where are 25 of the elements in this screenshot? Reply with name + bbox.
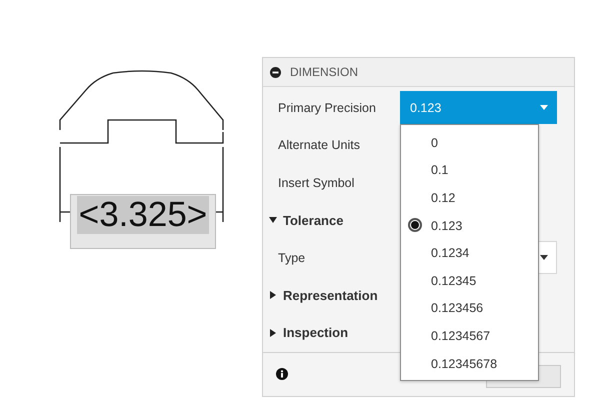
- caret-right-icon: [269, 291, 277, 300]
- field-label: Type: [278, 250, 306, 265]
- dimension-label[interactable]: <3.325>: [70, 194, 216, 249]
- section-toggle[interactable]: Inspection: [269, 325, 348, 340]
- dropdown-option[interactable]: 0.1234: [401, 239, 538, 267]
- panel-title: DIMENSION: [290, 65, 358, 79]
- dropdown-option[interactable]: 0.12: [401, 184, 538, 212]
- dropdown-option[interactable]: 0.12345678: [401, 350, 538, 378]
- dropdown-option[interactable]: 0.1: [401, 156, 538, 184]
- caret-icon: [540, 255, 548, 260]
- collapse-icon[interactable]: [270, 66, 281, 78]
- dropdown-option[interactable]: 0.123: [401, 212, 538, 240]
- dropdown-option[interactable]: 0: [401, 129, 538, 157]
- dropdown-option[interactable]: 0.123456: [401, 294, 538, 322]
- field-label: Insert Symbol: [278, 176, 356, 190]
- info-icon[interactable]: [276, 368, 288, 380]
- field-label: Alternate Units: [278, 138, 361, 152]
- caret-down-icon: [269, 216, 277, 224]
- caret-right-icon: [269, 328, 277, 337]
- field-label: Primary Precision: [278, 100, 377, 115]
- section-toggle[interactable]: Representation: [269, 288, 378, 303]
- dropdown-option[interactable]: 0.12345: [401, 266, 538, 295]
- dropdown-option[interactable]: 0.1234567: [401, 322, 538, 350]
- caret-icon: [540, 105, 548, 110]
- section-toggle[interactable]: Tolerance: [269, 212, 344, 228]
